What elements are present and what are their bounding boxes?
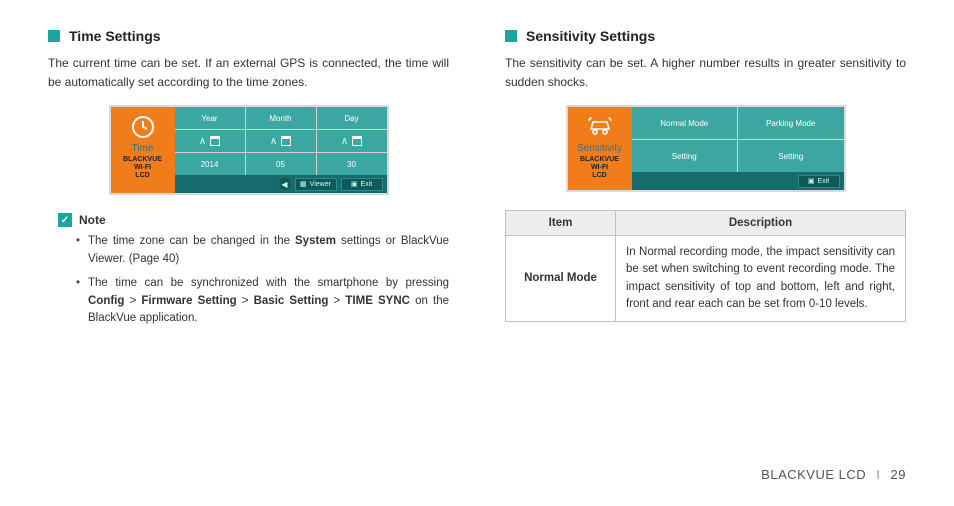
screenshot-side-label: Sensitivity — [577, 143, 622, 154]
cell-setting-1: Setting — [632, 140, 738, 172]
val-year: ∧ — [175, 130, 245, 152]
val-day: ∧ — [317, 130, 387, 152]
note-list: The time zone can be changed in the Syst… — [48, 233, 449, 328]
footer-product: BLACKVUE LCD — [761, 467, 866, 482]
th-item: Item — [506, 211, 616, 236]
section-title: Sensitivity Settings — [526, 28, 655, 44]
td-description: In Normal recording mode, the impact sen… — [616, 236, 906, 322]
screenshot-brand: BLACKVUE WI-FI LCD — [123, 156, 162, 179]
time-picker-grid: Year Month Day ∧ ∧ ∧ 2014 05 30 — [175, 107, 387, 175]
calendar-icon — [210, 136, 220, 146]
sensitivity-settings-section: Sensitivity Settings The sensitivity can… — [505, 28, 906, 334]
footer-page-number: 29 — [891, 467, 906, 482]
note-label: Note — [79, 213, 106, 227]
note-item: The time zone can be changed in the Syst… — [76, 233, 449, 269]
exit-button: ▣ Exit — [341, 178, 383, 191]
td-item: Normal Mode — [506, 236, 616, 322]
section-marker-icon — [505, 30, 517, 42]
car-icon — [587, 116, 613, 138]
exit-button: ▣ Exit — [798, 175, 840, 188]
col-header-year: Year — [175, 107, 245, 129]
cell-parking-mode: Parking Mode — [738, 107, 844, 139]
th-description: Description — [616, 211, 906, 236]
day-value: 30 — [317, 153, 387, 175]
section-marker-icon — [48, 30, 60, 42]
time-settings-section: Time Settings The current time can be se… — [48, 28, 449, 334]
sensitivity-grid: Normal Mode Parking Mode Setting Setting — [632, 107, 844, 172]
clock-icon — [131, 115, 155, 139]
note-item: The time can be synchronized with the sm… — [76, 275, 449, 328]
page-footer: BLACKVUE LCD I 29 — [761, 467, 906, 482]
check-icon: ✓ — [58, 213, 72, 227]
screenshot-brand: BLACKVUE WI-FI LCD — [580, 156, 619, 179]
note-heading: ✓ Note — [58, 213, 449, 227]
screenshot-footer: ◀ ▦ Viewer ▣ Exit — [175, 175, 387, 193]
screenshot-footer: ▣ Exit — [632, 172, 844, 190]
screenshot-sidebar: Time BLACKVUE WI-FI LCD — [111, 107, 175, 193]
sensitivity-table: Item Description Normal Mode In Normal r… — [505, 210, 906, 322]
back-icon: ◀ — [279, 178, 291, 190]
viewer-button: ▦ Viewer — [295, 178, 337, 191]
month-value: 05 — [246, 153, 316, 175]
screenshot-sidebar: Sensitivity BLACKVUE WI-FI LCD — [568, 107, 632, 190]
screenshot-side-label: Time — [132, 143, 154, 154]
time-settings-screenshot: Time BLACKVUE WI-FI LCD Year Month Day ∧… — [109, 105, 389, 195]
year-value: 2014 — [175, 153, 245, 175]
table-row: Normal Mode In Normal recording mode, th… — [506, 236, 906, 322]
section-title: Time Settings — [69, 28, 161, 44]
section-body: The current time can be set. If an exter… — [48, 54, 449, 91]
val-month: ∧ — [246, 130, 316, 152]
sensitivity-settings-screenshot: Sensitivity BLACKVUE WI-FI LCD Normal Mo… — [566, 105, 846, 192]
cell-normal-mode: Normal Mode — [632, 107, 738, 139]
calendar-icon — [352, 136, 362, 146]
section-body: The sensitivity can be set. A higher num… — [505, 54, 906, 91]
cell-setting-2: Setting — [738, 140, 844, 172]
col-header-month: Month — [246, 107, 316, 129]
calendar-icon — [281, 136, 291, 146]
col-header-day: Day — [317, 107, 387, 129]
